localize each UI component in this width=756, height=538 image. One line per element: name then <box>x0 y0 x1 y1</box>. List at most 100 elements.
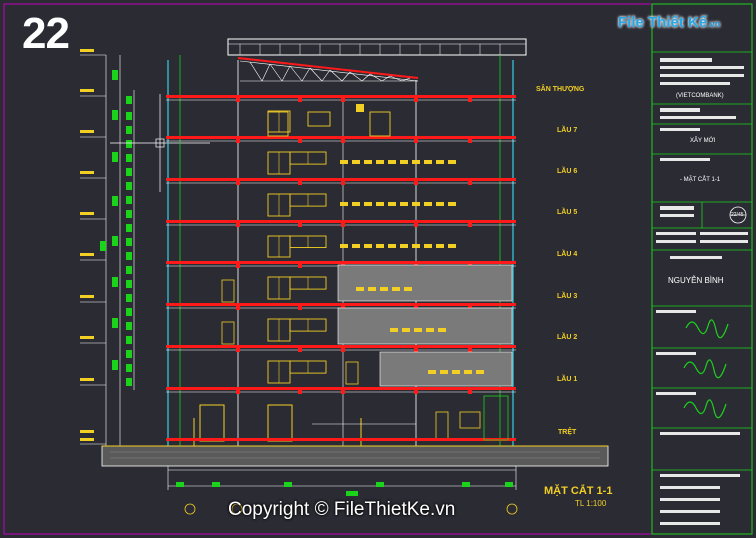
beam <box>236 137 240 143</box>
dimension-mark <box>426 328 434 332</box>
beam <box>236 179 240 185</box>
beam <box>298 304 302 310</box>
dimension-mark <box>404 287 412 291</box>
entrance-door <box>199 404 225 442</box>
dimension-mark <box>436 244 444 248</box>
building-section <box>166 55 516 456</box>
beam <box>236 96 240 102</box>
dimension-mark <box>448 202 456 206</box>
ramp-frame <box>483 395 509 441</box>
beam <box>236 304 240 310</box>
window-roof <box>369 111 391 137</box>
beam <box>468 179 472 185</box>
level-label-3: LẦU 3 <box>557 293 578 300</box>
dimension-ticks-left <box>100 70 132 386</box>
dimension-mark <box>412 244 420 248</box>
dimension-mark <box>388 202 396 206</box>
beam <box>341 221 345 227</box>
dimension-mark <box>388 244 396 248</box>
logo-text: File Thiết Kế <box>618 14 708 31</box>
beam <box>236 346 240 352</box>
roof-mark <box>356 104 364 112</box>
logo-suffix: .vn <box>707 19 721 29</box>
drawing-canvas <box>3 3 753 535</box>
dimension-mark <box>438 328 446 332</box>
dimension-mark <box>452 370 460 374</box>
dimension-mark <box>376 202 384 206</box>
beam <box>341 137 345 143</box>
window-roof <box>307 111 331 127</box>
dimension-mark <box>436 160 444 164</box>
dimension-mark <box>448 244 456 248</box>
site-logo: File Thiết Kế.vn <box>618 14 720 31</box>
level-label-5: LẦU 5 <box>557 209 578 216</box>
dimension-mark <box>376 160 384 164</box>
beam <box>236 262 240 268</box>
beam <box>298 346 302 352</box>
dimension-mark <box>368 287 376 291</box>
dimension-mark <box>364 160 372 164</box>
beam <box>298 96 302 102</box>
level-label-7: LẦU 7 <box>557 127 578 134</box>
side-door <box>221 321 235 345</box>
dimension-mark <box>412 202 420 206</box>
beam <box>414 346 418 352</box>
dimension-mark <box>392 287 400 291</box>
dimension-mark <box>364 244 372 248</box>
beam <box>341 179 345 185</box>
beam <box>298 262 302 268</box>
page-number: 22 <box>22 9 70 58</box>
dimension-mark <box>448 160 456 164</box>
dimension-mark <box>476 370 484 374</box>
dimension-mark <box>400 244 408 248</box>
section-title: MẶT CẮT 1-1 <box>544 485 613 497</box>
dimension-mark <box>428 370 436 374</box>
title-block <box>651 3 753 535</box>
side-door <box>345 361 359 385</box>
level-label-2: LẦU 2 <box>557 334 578 341</box>
dimension-mark <box>436 202 444 206</box>
dimension-mark <box>402 328 410 332</box>
beam <box>468 346 472 352</box>
dimension-mark <box>352 202 360 206</box>
stone-panel <box>337 307 513 345</box>
stone-panel <box>337 264 513 302</box>
dimension-mark <box>352 160 360 164</box>
dimension-mark <box>340 244 348 248</box>
beam <box>414 137 418 143</box>
beam <box>298 388 302 394</box>
beam <box>468 96 472 102</box>
beam <box>236 221 240 227</box>
ground-slab <box>166 438 516 441</box>
entrance-door <box>435 411 449 441</box>
dimension-mark <box>414 328 422 332</box>
dimension-mark <box>424 202 432 206</box>
beam <box>414 96 418 102</box>
level-label-ground: TRỆT <box>558 429 577 436</box>
dimension-mark <box>424 160 432 164</box>
title-block-sheet: 22/45 <box>731 212 744 218</box>
dimension-mark <box>356 287 364 291</box>
dimension-mark <box>364 202 372 206</box>
beam <box>414 388 418 394</box>
beam <box>341 346 345 352</box>
dimension-mark <box>424 244 432 248</box>
beam <box>341 388 345 394</box>
level-label-roof: SÂN THƯỢNG <box>536 86 585 93</box>
title-block-drawing: - MẶT CẮT 1-1 <box>680 177 721 183</box>
beam <box>414 221 418 227</box>
dimension-mark <box>340 202 348 206</box>
stone-panel <box>379 351 513 387</box>
level-label-4: LẦU 4 <box>557 251 578 258</box>
beam <box>298 221 302 227</box>
dimension-mark <box>388 160 396 164</box>
dimension-mark <box>440 370 448 374</box>
dimension-mark <box>380 287 388 291</box>
cad-crosshair <box>110 94 210 192</box>
title-block-designer: NGUYỄN BÌNH <box>668 276 724 285</box>
beam <box>236 388 240 394</box>
dimension-mark <box>340 160 348 164</box>
beam <box>298 137 302 143</box>
level-label-6: LẦU 6 <box>557 168 578 175</box>
dimension-mark <box>390 328 398 332</box>
